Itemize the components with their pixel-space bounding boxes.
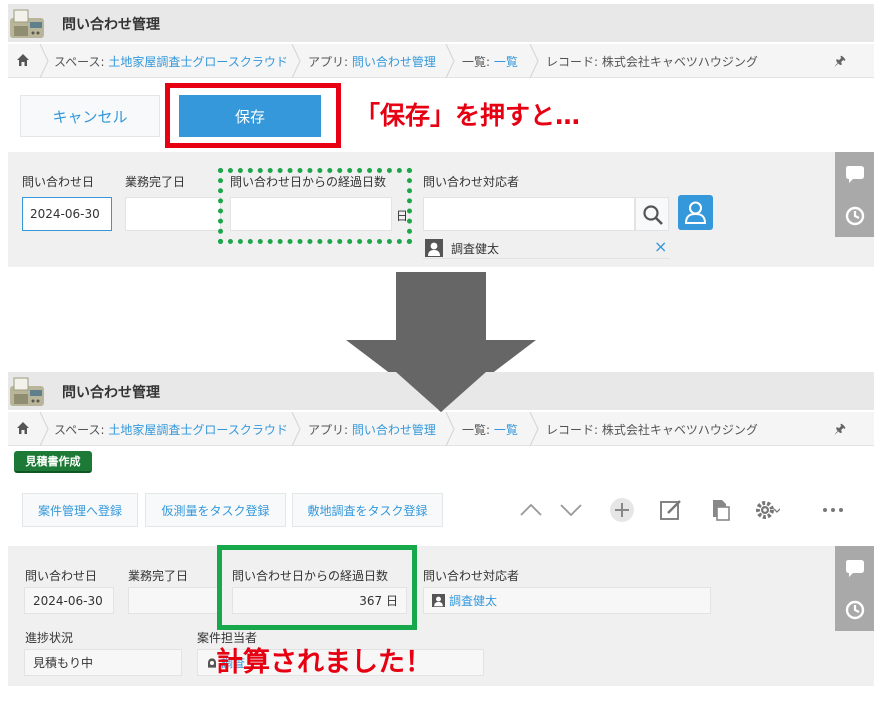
down-arrow-tip-icon [396, 372, 486, 412]
edit-icon[interactable] [658, 497, 684, 523]
more-options-icon[interactable] [820, 497, 846, 523]
register-provisional-survey-button[interactable]: 仮測量をタスク登録 [145, 493, 286, 527]
add-record-icon[interactable] [609, 497, 635, 523]
assignee-value: 調査健太 [423, 587, 711, 614]
assignee-label: 問い合わせ対応者 [423, 175, 520, 189]
app-title: 問い合わせ管理 [62, 17, 160, 33]
save-highlight-box [165, 83, 341, 148]
completion-date-input[interactable] [125, 197, 221, 231]
remove-assignee-icon[interactable]: × [654, 237, 667, 256]
chevron-right-icon [529, 412, 539, 446]
app-fax-icon [10, 377, 44, 406]
user-avatar-icon [425, 239, 443, 257]
elapsed-days-dotted-highlight [218, 168, 412, 244]
elapsed-days-highlight [217, 545, 417, 630]
chevron-right-icon [291, 412, 301, 446]
status-label: 進捗状況 [25, 631, 74, 645]
pin-icon[interactable]: 🖈 [834, 52, 846, 74]
comment-icon[interactable] [844, 558, 866, 580]
assignee-chip: 調査健太 × [423, 237, 670, 259]
crumb-list-link[interactable]: 一覧 [494, 55, 518, 69]
crumb-list: 一覧: 一覧 [462, 423, 518, 437]
bottom-breadcrumb: スペース: 土地家屋調査士グロースクラウド アプリ: 問い合わせ管理 一覧: 一… [8, 412, 874, 446]
inquiry-date-label: 問い合わせ日 [22, 175, 95, 189]
chevron-right-icon [39, 412, 49, 446]
crumb-record: レコード: 株式会社キャベツハウジング [546, 423, 758, 437]
save-annotation: 「保存」を押すと… [355, 101, 581, 130]
home-icon[interactable] [16, 421, 30, 435]
completion-date-label: 業務完了日 [128, 569, 189, 583]
assignee-search-button[interactable] [635, 197, 669, 231]
history-icon[interactable] [844, 599, 866, 621]
crumb-space: スペース: 土地家屋調査士グロースクラウド [54, 55, 288, 69]
search-icon [643, 205, 663, 225]
user-avatar-icon [432, 594, 445, 607]
crumb-space-link[interactable]: 土地家屋調査士グロースクラウド [108, 55, 287, 69]
assignee-name-link[interactable]: 調査健太 [449, 592, 497, 609]
crumb-record: レコード: 株式会社キャベツハウジング [546, 55, 758, 69]
user-icon [684, 201, 707, 224]
crumb-app: アプリ: 問い合わせ管理 [308, 423, 436, 437]
calculated-annotation: 計算されました！ [216, 647, 432, 678]
history-icon[interactable] [844, 205, 866, 227]
chevron-right-icon [529, 44, 539, 78]
home-icon[interactable] [16, 53, 30, 67]
assignee-name: 調査健太 [451, 242, 500, 256]
assignee-search-input[interactable] [423, 197, 635, 231]
cancel-button[interactable]: キャンセル [20, 95, 160, 137]
chevron-right-icon [445, 44, 455, 78]
top-app-header: 問い合わせ管理 [8, 4, 874, 42]
crumb-space: スペース: 土地家屋調査士グロースクラウド [54, 423, 288, 437]
top-right-sidebar [835, 152, 874, 237]
register-case-button[interactable]: 案件管理へ登録 [22, 493, 138, 527]
chevron-right-icon [445, 412, 455, 446]
user-select-button[interactable] [678, 195, 713, 230]
next-record-icon[interactable] [558, 497, 584, 523]
gear-icon[interactable] [754, 497, 780, 523]
inquiry-date-input[interactable]: 2024-06-30 [22, 197, 112, 231]
crumb-app: アプリ: 問い合わせ管理 [308, 55, 436, 69]
crumb-app-link[interactable]: 問い合わせ管理 [352, 423, 436, 437]
estimate-create-button[interactable]: 見積書作成 [14, 451, 92, 473]
status-value: 見積もり中 [24, 649, 182, 676]
chevron-right-icon [39, 44, 49, 78]
crumb-space-link[interactable]: 土地家屋調査士グロースクラウド [108, 423, 287, 437]
app-fax-icon [10, 9, 44, 38]
bottom-right-sidebar [835, 546, 874, 631]
comment-icon[interactable] [844, 164, 866, 186]
crumb-app-link[interactable]: 問い合わせ管理 [352, 55, 436, 69]
crumb-list-link[interactable]: 一覧 [494, 423, 518, 437]
assignee-label: 問い合わせ対応者 [423, 569, 520, 583]
register-site-survey-button[interactable]: 敷地調査をタスク登録 [292, 493, 443, 527]
duplicate-icon[interactable] [707, 497, 733, 523]
chevron-right-icon [291, 44, 301, 78]
previous-record-icon[interactable] [518, 497, 544, 523]
inquiry-date-value: 2024-06-30 [24, 587, 114, 614]
crumb-list: 一覧: 一覧 [462, 55, 518, 69]
pin-icon[interactable]: 🖈 [834, 420, 846, 442]
completion-date-label: 業務完了日 [125, 175, 186, 189]
app-title: 問い合わせ管理 [62, 385, 160, 401]
inquiry-date-label: 問い合わせ日 [25, 569, 98, 583]
top-breadcrumb: スペース: 土地家屋調査士グロースクラウド アプリ: 問い合わせ管理 一覧: 一… [8, 44, 874, 78]
completion-date-value [128, 587, 222, 614]
